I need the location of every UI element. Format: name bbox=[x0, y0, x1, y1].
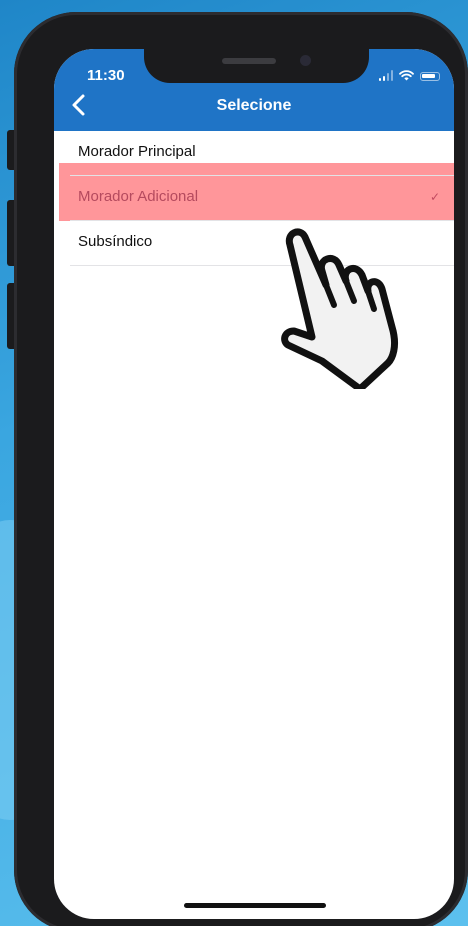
option-morador-principal[interactable]: Morador Principal bbox=[54, 131, 454, 176]
option-label: Subsíndico bbox=[78, 233, 153, 250]
checkmark-icon: ✓ bbox=[429, 190, 440, 204]
option-label: Morador Principal bbox=[78, 143, 196, 160]
battery-icon bbox=[420, 72, 440, 81]
home-indicator[interactable] bbox=[184, 903, 326, 908]
nav-header: 11:30 Selecione bbox=[54, 49, 454, 131]
status-time: 11:30 bbox=[87, 67, 125, 84]
front-camera bbox=[300, 55, 311, 66]
phone-screen: 11:30 Selecione Morador Principal Morado… bbox=[54, 49, 454, 919]
speaker-grille bbox=[222, 58, 276, 64]
signal-icon bbox=[378, 70, 393, 81]
notch bbox=[144, 49, 369, 83]
status-icons bbox=[378, 67, 440, 81]
tap-hand-icon bbox=[281, 228, 398, 389]
option-label: Morador Adicional bbox=[78, 188, 199, 205]
wifi-icon bbox=[399, 70, 414, 81]
phone-frame: 11:30 Selecione Morador Principal Morado… bbox=[14, 12, 468, 926]
page-title: Selecione bbox=[216, 97, 292, 114]
option-morador-adicional[interactable]: Morador Adicional ✓ bbox=[54, 176, 454, 221]
